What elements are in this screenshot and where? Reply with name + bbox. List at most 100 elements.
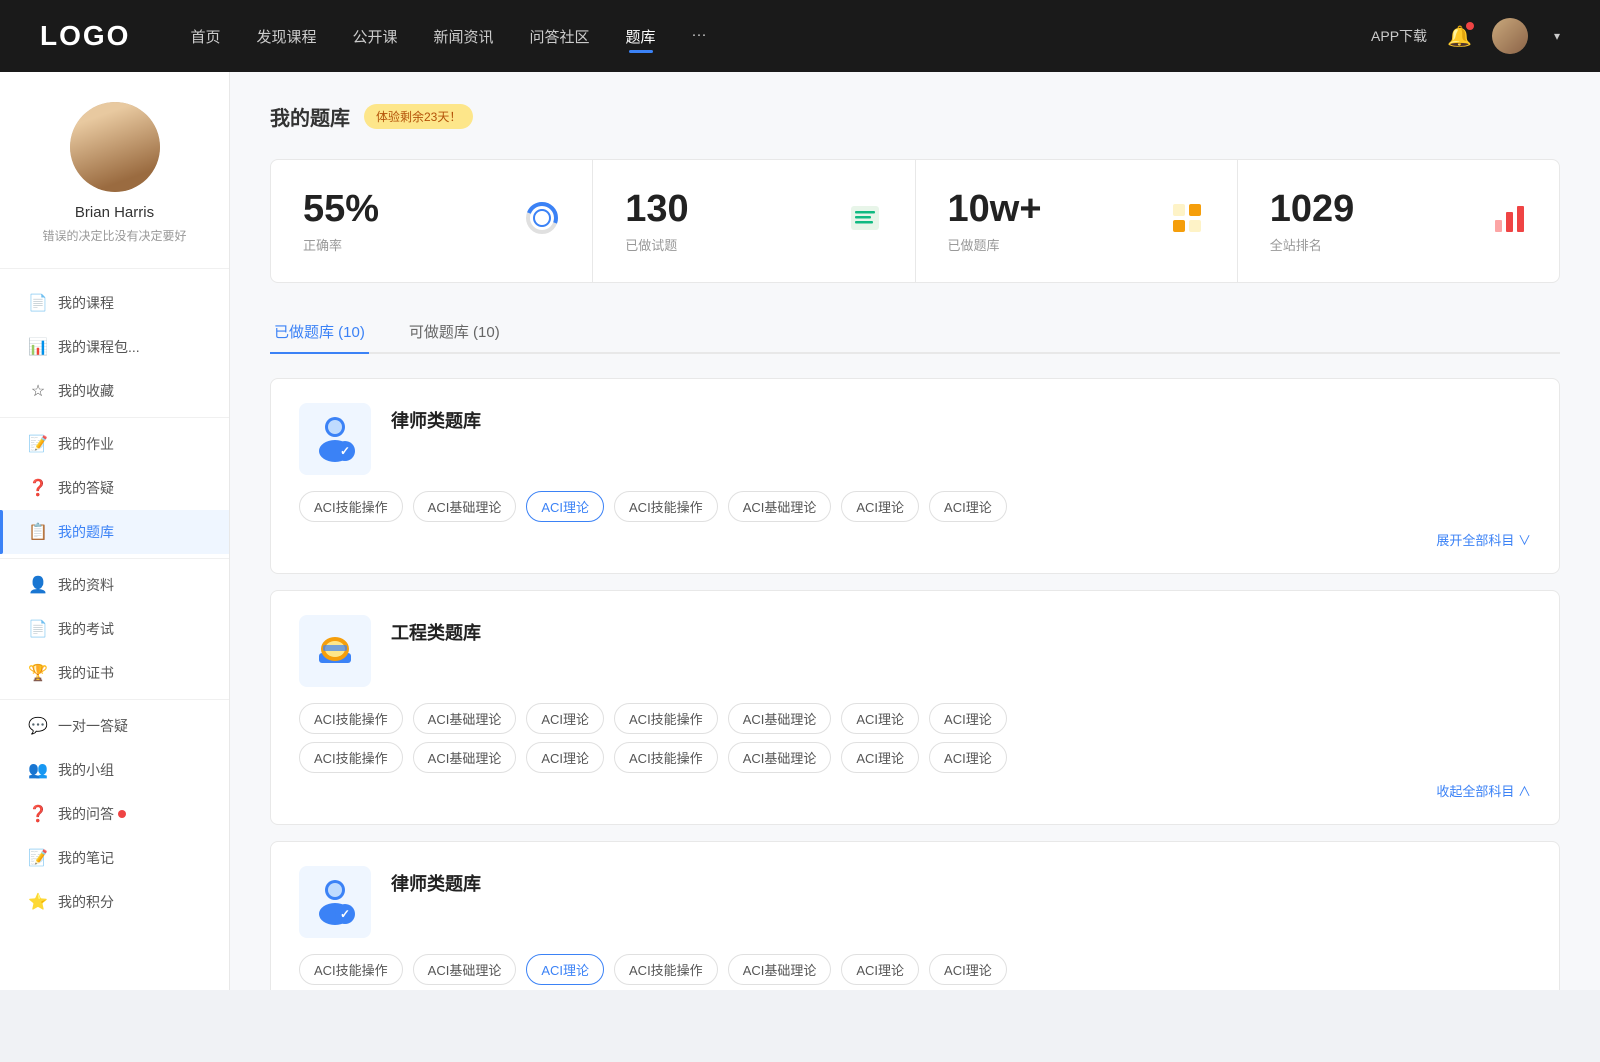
collapse-link[interactable]: 收起全部科目 ∧ — [299, 781, 1531, 800]
sidebar-item-label: 我的答疑 — [58, 478, 114, 498]
stat-done-banks-label: 已做题库 — [948, 235, 1042, 254]
list-icon — [847, 200, 883, 243]
question-icon: ❓ — [28, 804, 48, 824]
qbank-header: ✓ 律师类题库 — [299, 866, 1531, 938]
logo: LOGO — [40, 20, 130, 52]
nav-qbank[interactable]: 题库 — [626, 26, 656, 47]
sidebar-item-homework[interactable]: 📝 我的作业 — [0, 422, 229, 466]
tag[interactable]: ACI理论 — [929, 703, 1007, 734]
nav-home[interactable]: 首页 — [190, 26, 220, 47]
lawyer-icon: ✓ — [309, 413, 361, 465]
tag[interactable]: ACI基础理论 — [413, 742, 517, 773]
main-layout: Brian Harris 错误的决定比没有决定要好 📄 我的课程 📊 我的课程包… — [0, 72, 1600, 990]
stat-done-banks-value: 10w+ — [948, 188, 1042, 231]
stat-done-questions-info: 130 已做试题 — [625, 188, 688, 254]
sidebar-item-label: 我的作业 — [58, 434, 114, 454]
notification-dot — [1466, 22, 1474, 30]
tag[interactable]: ACI理论 — [929, 954, 1007, 985]
sidebar-item-1on1-qa[interactable]: 💬 一对一答疑 — [0, 704, 229, 748]
avatar-image — [1492, 18, 1528, 54]
sidebar-item-profile[interactable]: 👤 我的资料 — [0, 563, 229, 607]
tag[interactable]: ACI基础理论 — [413, 703, 517, 734]
tag[interactable]: ACI基础理论 — [413, 954, 517, 985]
lawyer-icon-2: ✓ — [309, 876, 361, 928]
qbank-icon-wrap: ✓ — [299, 403, 371, 475]
tag[interactable]: ACI基础理论 — [413, 491, 517, 522]
tag[interactable]: ACI技能操作 — [299, 954, 403, 985]
packages-icon: 📊 — [28, 337, 48, 357]
stat-ranking-label: 全站排名 — [1270, 235, 1355, 254]
sidebar-divider — [0, 558, 229, 559]
qbank-title-area: 律师类题库 — [391, 403, 481, 433]
tag[interactable]: ACI基础理论 — [728, 491, 832, 522]
sidebar: Brian Harris 错误的决定比没有决定要好 📄 我的课程 📊 我的课程包… — [0, 72, 230, 990]
tab-available-banks[interactable]: 可做题库 (10) — [405, 311, 504, 352]
tag[interactable]: ACI理论 — [841, 742, 919, 773]
tag[interactable]: ACI理论 — [929, 742, 1007, 773]
nav-news[interactable]: 新闻资讯 — [434, 26, 494, 47]
tag[interactable]: ACI理论 — [929, 491, 1007, 522]
sidebar-item-group[interactable]: 👥 我的小组 — [0, 748, 229, 792]
tag[interactable]: ACI技能操作 — [614, 703, 718, 734]
nav-open-course[interactable]: 公开课 — [352, 26, 397, 47]
sidebar-item-exams[interactable]: 📄 我的考试 — [0, 607, 229, 651]
tags-row-2: ACI技能操作 ACI基础理论 ACI理论 ACI技能操作 ACI基础理论 AC… — [299, 742, 1531, 773]
sidebar-item-notes[interactable]: 📝 我的笔记 — [0, 836, 229, 880]
tag[interactable]: ACI理论 — [841, 703, 919, 734]
tag[interactable]: ACI理论 — [841, 491, 919, 522]
tags-row-1: ACI技能操作 ACI基础理论 ACI理论 ACI技能操作 ACI基础理论 AC… — [299, 703, 1531, 734]
stat-done-banks: 10w+ 已做题库 — [916, 160, 1238, 282]
points-icon: ⭐ — [28, 892, 48, 912]
nav-discover[interactable]: 发现课程 — [256, 26, 316, 47]
bar-chart-icon — [1491, 200, 1527, 243]
sidebar-item-qbank[interactable]: 📋 我的题库 — [0, 510, 229, 554]
tabs: 已做题库 (10) 可做题库 (10) — [270, 311, 1560, 354]
tag[interactable]: ACI理论 — [841, 954, 919, 985]
qbank-title: 律师类题库 — [391, 870, 481, 896]
app-download-button[interactable]: APP下载 — [1371, 26, 1427, 46]
sidebar-item-certificates[interactable]: 🏆 我的证书 — [0, 651, 229, 695]
sidebar-item-points[interactable]: ⭐ 我的积分 — [0, 880, 229, 924]
expand-link[interactable]: 展开全部科目 ∨ — [299, 530, 1531, 549]
tag[interactable]: ACI基础理论 — [728, 742, 832, 773]
page-header: 我的题库 体验剩余23天！ — [270, 102, 1560, 131]
qbank-icon-wrap: ✓ — [299, 866, 371, 938]
stat-accuracy-value: 55% — [303, 188, 379, 231]
tag[interactable]: ACI基础理论 — [728, 703, 832, 734]
tag[interactable]: ACI技能操作 — [299, 742, 403, 773]
notification-bell[interactable]: 🔔 — [1447, 24, 1472, 49]
tag[interactable]: ACI技能操作 — [614, 954, 718, 985]
sidebar-item-course-packages[interactable]: 📊 我的课程包... — [0, 325, 229, 369]
avatar-chevron-icon[interactable]: ▾ — [1554, 29, 1560, 43]
user-avatar[interactable] — [1492, 18, 1528, 54]
tab-done-banks[interactable]: 已做题库 (10) — [270, 311, 369, 352]
profile-icon: 👤 — [28, 575, 48, 595]
stat-accuracy-info: 55% 正确率 — [303, 188, 379, 254]
qbank-title-area: 工程类题库 — [391, 615, 481, 645]
navbar: LOGO 首页 发现课程 公开课 新闻资讯 问答社区 题库 ··· APP下载 … — [0, 0, 1600, 72]
tag[interactable]: ACI基础理论 — [728, 954, 832, 985]
sidebar-item-my-courses[interactable]: 📄 我的课程 — [0, 281, 229, 325]
sidebar-item-my-qa[interactable]: ❓ 我的问答 — [0, 792, 229, 836]
tag-active[interactable]: ACI理论 — [526, 954, 604, 985]
tag[interactable]: ACI技能操作 — [614, 491, 718, 522]
tag[interactable]: ACI理论 — [526, 742, 604, 773]
tag[interactable]: ACI技能操作 — [299, 491, 403, 522]
tag[interactable]: ACI技能操作 — [299, 703, 403, 734]
cert-icon: 🏆 — [28, 663, 48, 683]
page-title: 我的题库 — [270, 102, 350, 131]
stat-done-questions-label: 已做试题 — [625, 235, 688, 254]
nav-more[interactable]: ··· — [692, 26, 707, 47]
qbank-card-lawyer-1: ✓ 律师类题库 ACI技能操作 ACI基础理论 ACI理论 ACI技能操作 AC… — [270, 378, 1560, 574]
homework-icon: 📝 — [28, 434, 48, 454]
tag[interactable]: ACI技能操作 — [614, 742, 718, 773]
main-content: 我的题库 体验剩余23天！ 55% 正确率 — [230, 72, 1600, 990]
tag-active[interactable]: ACI理论 — [526, 491, 604, 522]
nav-qa[interactable]: 问答社区 — [530, 26, 590, 47]
sidebar-item-qa-mine[interactable]: ❓ 我的答疑 — [0, 466, 229, 510]
stat-done-questions: 130 已做试题 — [593, 160, 915, 282]
tag[interactable]: ACI理论 — [526, 703, 604, 734]
exams-icon: 📄 — [28, 619, 48, 639]
sidebar-item-favorites[interactable]: ☆ 我的收藏 — [0, 369, 229, 413]
grid-icon — [1169, 200, 1205, 243]
